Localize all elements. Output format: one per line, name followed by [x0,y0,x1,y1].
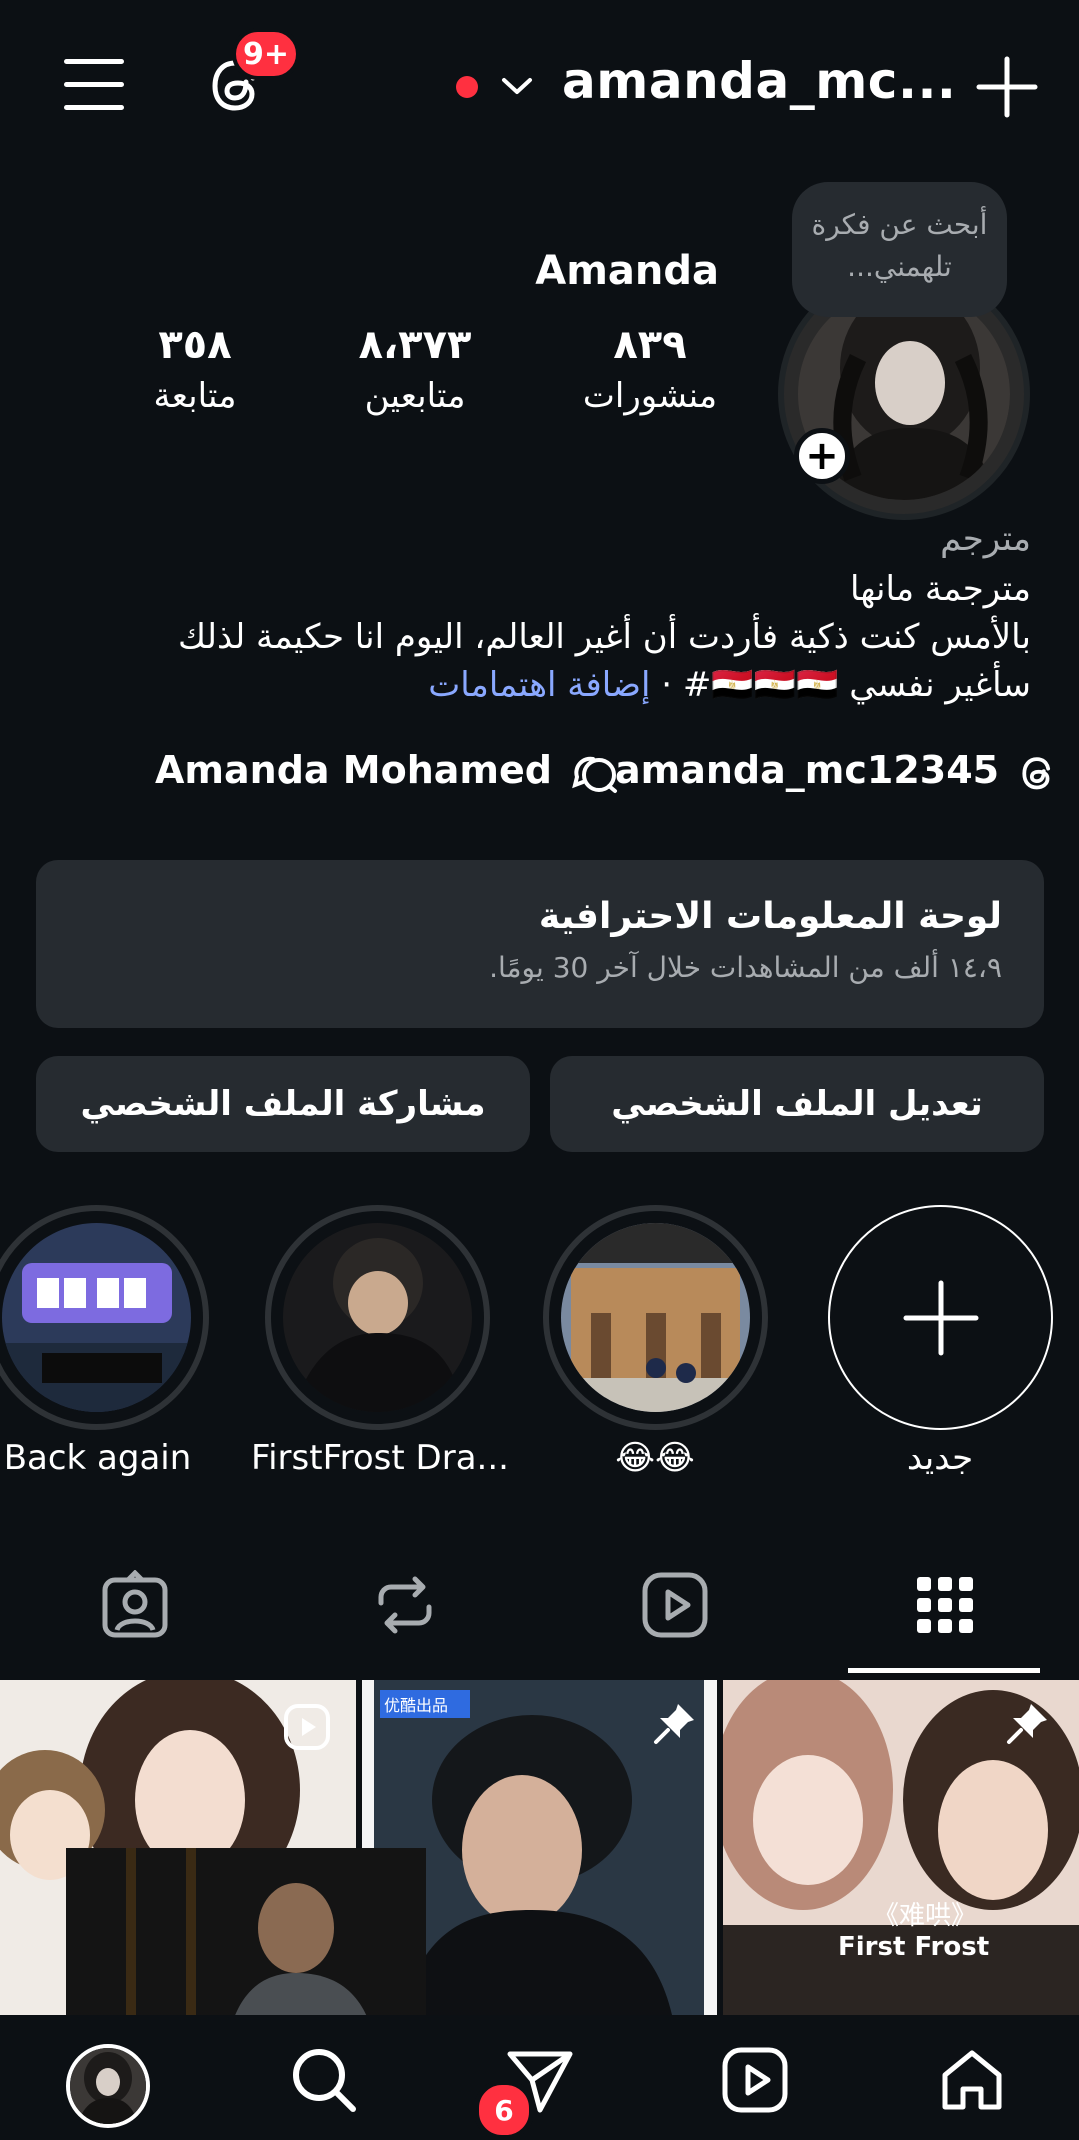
repost-icon [378,1576,432,1634]
new-highlight-plus-icon [900,1277,982,1359]
stat-posts-label: منشورات [582,376,718,416]
chat-bubble-icon [571,751,621,795]
nav-home[interactable] [932,2040,1012,2120]
stat-posts-value: ٨٣٩ [613,322,687,368]
highlight-laugh-cover [561,1223,750,1412]
tab-reposts[interactable] [360,1560,450,1650]
post-tile-3-title: 《难哄》 [873,1901,978,1931]
linked-account-name: Amanda Mohamed [155,748,552,792]
grid-icon [917,1577,973,1633]
bio-line-1: مترجمة مانها [849,569,1031,609]
add-interests-link[interactable]: إضافة اهتمامات [428,665,650,705]
linked-account[interactable]: Amanda Mohamed [155,748,621,795]
stat-followers-value: ٨،٣٧٣ [358,322,472,368]
highlight-back-again[interactable] [0,1205,209,1430]
pin-icon [652,1700,698,1746]
reels-nav-icon [722,2047,788,2113]
bio-separator: · [650,665,683,705]
tab-grid[interactable] [900,1560,990,1650]
tagged-person-icon [102,1570,168,1638]
threads-handle: amanda_mc12345 [615,748,1000,792]
post-tile-3[interactable]: 《难哄》 First Frost [723,1680,1079,2015]
tab-reels[interactable] [630,1560,720,1650]
nav-profile[interactable] [66,2044,150,2128]
top-bar: 9+ amanda_mc... [0,0,1079,175]
nav-search[interactable] [284,2040,364,2120]
note-bubble[interactable]: أبحث عن فكرة تلهمني... [792,182,1007,317]
edit-profile-button[interactable]: تعديل الملف الشخصي [550,1056,1044,1152]
highlight-label-back-again: Back again [3,1438,192,1478]
highlight-firstfrost-cover [283,1223,472,1412]
plus-icon[interactable] [975,55,1039,119]
menu-icon[interactable] [60,55,130,115]
highlight-label-firstfrost: FirstFrost Dra... [251,1438,509,1478]
share-profile-button[interactable]: مشاركة الملف الشخصي [36,1056,530,1152]
highlight-laugh[interactable] [543,1205,768,1430]
dashboard-subtitle: ١٤،٩ ألف من المشاهدات خلال آخر 30 يومًا. [489,951,1002,984]
stat-following-value: ٣٥٨ [158,322,232,368]
stat-posts[interactable]: ٨٣٩ منشورات [575,322,725,416]
account-switcher-username[interactable]: amanda_mc... [562,52,956,110]
profile-category: مترجم [940,519,1031,559]
add-story-plus-icon[interactable]: + [794,428,850,484]
highlight-firstfrost[interactable] [265,1205,490,1430]
messages-badge: 6 [474,2080,534,2140]
highlight-back-again-cover [2,1223,191,1412]
stat-following-label: متابعة [153,376,237,416]
professional-dashboard[interactable]: لوحة المعلومات الاحترافية ١٤،٩ ألف من ال… [36,860,1044,1028]
highlight-label-new: جديد [906,1438,974,1478]
highlight-label-laugh: 😂😂 [615,1438,695,1478]
bio-line-3: سأغير نفسي 🇪🇬🇪🇬🇪🇬# · إضافة اهتمامات [428,662,1031,708]
reels-icon [642,1572,708,1638]
display-name: Amanda [535,248,719,294]
profile-avatar-icon [70,2048,146,2124]
tab-tagged[interactable] [90,1560,180,1650]
post-tile-3-subtitle: First Frost [838,1932,990,1962]
highlight-new[interactable] [828,1205,1053,1430]
status-dot [456,76,478,98]
chevron-down-icon[interactable] [500,74,534,98]
post-tile-2-tag: 优酷出品 [384,1696,449,1715]
nav-reels[interactable] [715,2040,795,2120]
home-icon [942,2050,1002,2110]
reel-indicator-icon [282,1702,332,1752]
dashboard-title: لوحة المعلومات الاحترافية [538,896,1002,937]
notification-badge: 9+ [232,28,300,80]
pin-icon-2 [1005,1700,1051,1746]
threads-link[interactable]: amanda_mc12345 [615,748,1062,795]
bio-line-3-text: سأغير نفسي 🇪🇬🇪🇬🇪🇬# [682,665,1031,705]
stat-followers-label: متابعين [364,376,466,416]
search-icon [293,2049,356,2112]
tab-grid-indicator [848,1668,1040,1673]
bio-line-2: بالأمس كنت ذكية فأردت أن أغير العالم، ال… [178,617,1031,657]
stat-following[interactable]: ٣٥٨ متابعة [120,322,270,416]
threads-small-icon [1018,751,1062,795]
stat-followers[interactable]: ٨،٣٧٣ متابعين [330,322,500,416]
